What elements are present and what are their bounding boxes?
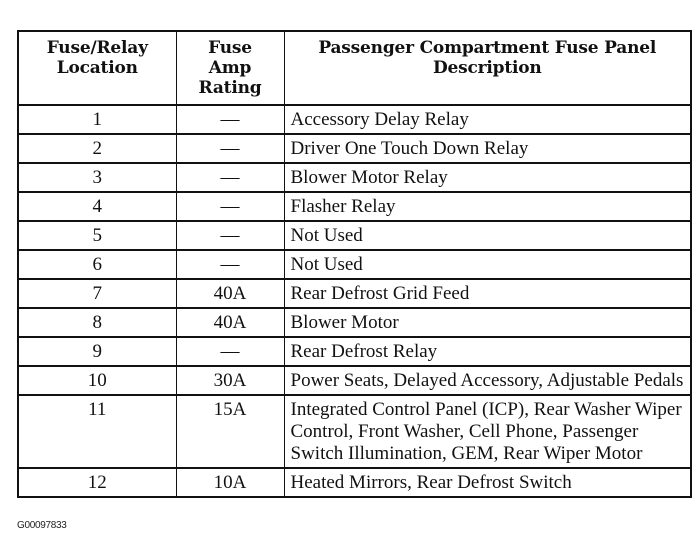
cell-amp: — bbox=[175, 249, 285, 280]
cell-location: 12 bbox=[17, 467, 177, 498]
cell-description: Accessory Delay Relay bbox=[283, 104, 692, 135]
cell-description: Rear Defrost Relay bbox=[283, 336, 692, 367]
table-header-row: Fuse/Relay Location Fuse Amp Rating Pass… bbox=[17, 30, 692, 106]
table-row: 8 40A Blower Motor bbox=[17, 307, 692, 338]
cell-amp: 40A bbox=[175, 278, 285, 309]
table-row: 12 10A Heated Mirrors, Rear Defrost Swit… bbox=[17, 467, 692, 498]
cell-description: Flasher Relay bbox=[283, 191, 692, 222]
table-row: 1 — Accessory Delay Relay bbox=[17, 104, 692, 135]
table-row: 6 — Not Used bbox=[17, 249, 692, 280]
cell-description: Rear Defrost Grid Feed bbox=[283, 278, 692, 309]
cell-description: Not Used bbox=[283, 220, 692, 251]
table-row: 5 — Not Used bbox=[17, 220, 692, 251]
cell-location: 6 bbox=[17, 249, 177, 280]
cell-location: 4 bbox=[17, 191, 177, 222]
cell-description: Heated Mirrors, Rear Defrost Switch bbox=[283, 467, 692, 498]
table-row: 4 — Flasher Relay bbox=[17, 191, 692, 222]
cell-description: Not Used bbox=[283, 249, 692, 280]
cell-location: 3 bbox=[17, 162, 177, 193]
cell-location: 8 bbox=[17, 307, 177, 338]
cell-location: 5 bbox=[17, 220, 177, 251]
cell-description: Blower Motor bbox=[283, 307, 692, 338]
cell-amp: — bbox=[175, 220, 285, 251]
fuse-panel-table: Fuse/Relay Location Fuse Amp Rating Pass… bbox=[17, 30, 692, 498]
cell-amp: — bbox=[175, 336, 285, 367]
cell-amp: 15A bbox=[175, 394, 285, 469]
cell-amp: — bbox=[175, 133, 285, 164]
table-row: 9 — Rear Defrost Relay bbox=[17, 336, 692, 367]
cell-location: 1 bbox=[17, 104, 177, 135]
cell-location: 9 bbox=[17, 336, 177, 367]
cell-description: Blower Motor Relay bbox=[283, 162, 692, 193]
figure-id-caption: G00097833 bbox=[17, 520, 67, 531]
cell-amp: — bbox=[175, 104, 285, 135]
cell-location: 7 bbox=[17, 278, 177, 309]
cell-description: Integrated Control Panel (ICP), Rear Was… bbox=[283, 394, 692, 469]
cell-description: Driver One Touch Down Relay bbox=[283, 133, 692, 164]
cell-location: 10 bbox=[17, 365, 177, 396]
table-row: 10 30A Power Seats, Delayed Accessory, A… bbox=[17, 365, 692, 396]
table-row: 7 40A Rear Defrost Grid Feed bbox=[17, 278, 692, 309]
cell-location: 2 bbox=[17, 133, 177, 164]
cell-amp: 10A bbox=[175, 467, 285, 498]
header-description: Passenger Compartment Fuse Panel Descrip… bbox=[283, 30, 692, 106]
table-row: 3 — Blower Motor Relay bbox=[17, 162, 692, 193]
cell-amp: 40A bbox=[175, 307, 285, 338]
cell-amp: — bbox=[175, 191, 285, 222]
cell-description: Power Seats, Delayed Accessory, Adjustab… bbox=[283, 365, 692, 396]
cell-location: 11 bbox=[17, 394, 177, 469]
table-row: 2 — Driver One Touch Down Relay bbox=[17, 133, 692, 164]
cell-amp: — bbox=[175, 162, 285, 193]
header-location: Fuse/Relay Location bbox=[17, 30, 177, 106]
header-amp-rating: Fuse Amp Rating bbox=[175, 30, 285, 106]
table-row: 11 15A Integrated Control Panel (ICP), R… bbox=[17, 394, 692, 469]
cell-amp: 30A bbox=[175, 365, 285, 396]
